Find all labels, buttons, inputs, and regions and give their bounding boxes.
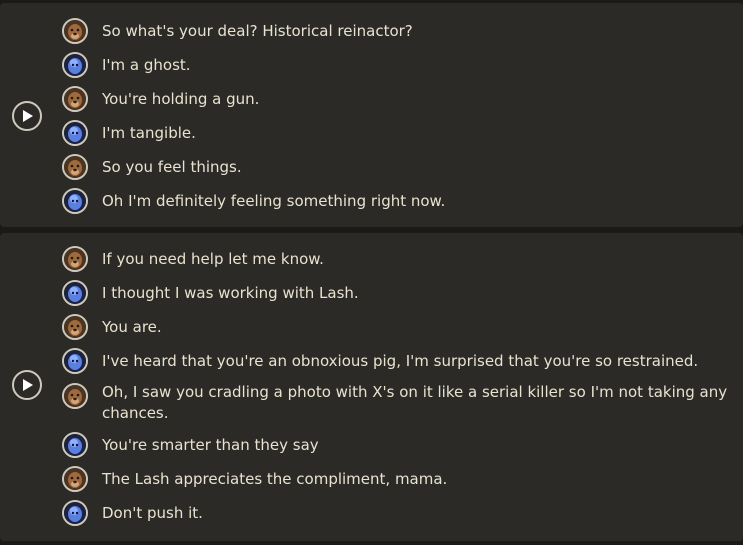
ghost-portrait-icon	[62, 280, 88, 306]
dialogue-line: I've heard that you're an obnoxious pig,…	[62, 348, 733, 374]
dog-portrait-icon	[62, 18, 88, 44]
ghost-portrait-icon	[62, 432, 88, 458]
dialogue-text: Oh I'm definitely feeling something righ…	[102, 192, 446, 210]
dialogue-line: You're smarter than they say	[62, 432, 733, 458]
dialogue-line: You're holding a gun.	[62, 86, 733, 112]
dialogue-line: I'm a ghost.	[62, 52, 733, 78]
ghost-portrait-icon	[62, 500, 88, 526]
dialogue-text: You're smarter than they say	[102, 436, 319, 454]
dialogue-line: If you need help let me know.	[62, 246, 733, 272]
dialogue-line: So what's your deal? Historical reinacto…	[62, 18, 733, 44]
dialogue-text: The Lash appreciates the compliment, mam…	[102, 470, 448, 488]
ghost-portrait-icon	[62, 188, 88, 214]
dog-portrait-icon	[62, 466, 88, 492]
play-button-2[interactable]	[12, 370, 42, 400]
dialogue-text: I'm tangible.	[102, 124, 196, 142]
dog-portrait-icon	[62, 246, 88, 272]
dialogue-line: So you feel things.	[62, 154, 733, 180]
dialogue-text: So what's your deal? Historical reinacto…	[102, 22, 413, 40]
dog-portrait-icon	[62, 154, 88, 180]
dialogue-text: I thought I was working with Lash.	[102, 284, 359, 302]
ghost-portrait-icon	[62, 52, 88, 78]
dialogue-text: So you feel things.	[102, 158, 242, 176]
dog-portrait-icon	[62, 314, 88, 340]
dialogue-text: You are.	[102, 318, 162, 336]
dialogue-line: Oh I'm definitely feeling something righ…	[62, 188, 733, 214]
dialogue-line: You are.	[62, 314, 733, 340]
dialogue-line: The Lash appreciates the compliment, mam…	[62, 466, 733, 492]
ghost-portrait-icon	[62, 120, 88, 146]
dialogue-text: Don't push it.	[102, 504, 203, 522]
dialogue-text: I've heard that you're an obnoxious pig,…	[102, 352, 699, 370]
dialogue-line: I thought I was working with Lash.	[62, 280, 733, 306]
play-icon	[23, 110, 33, 122]
dialogue-line: Don't push it.	[62, 500, 733, 526]
dialogue-line: Oh, I saw you cradling a photo with X's …	[62, 382, 733, 424]
dog-portrait-icon	[62, 86, 88, 112]
ghost-portrait-icon	[62, 348, 88, 374]
conversation-panel-2: If you need help let me know. I thought …	[0, 233, 743, 541]
dog-portrait-icon	[62, 383, 88, 409]
conversation-panel-1: So what's your deal? Historical reinacto…	[0, 3, 743, 227]
dialogue-text: If you need help let me know.	[102, 250, 324, 268]
play-button-1[interactable]	[12, 101, 42, 131]
play-icon	[23, 379, 33, 391]
dialogue-text: You're holding a gun.	[102, 90, 260, 108]
dialogue-text: I'm a ghost.	[102, 56, 191, 74]
dialogue-line: I'm tangible.	[62, 120, 733, 146]
dialogue-text: Oh, I saw you cradling a photo with X's …	[102, 383, 728, 422]
